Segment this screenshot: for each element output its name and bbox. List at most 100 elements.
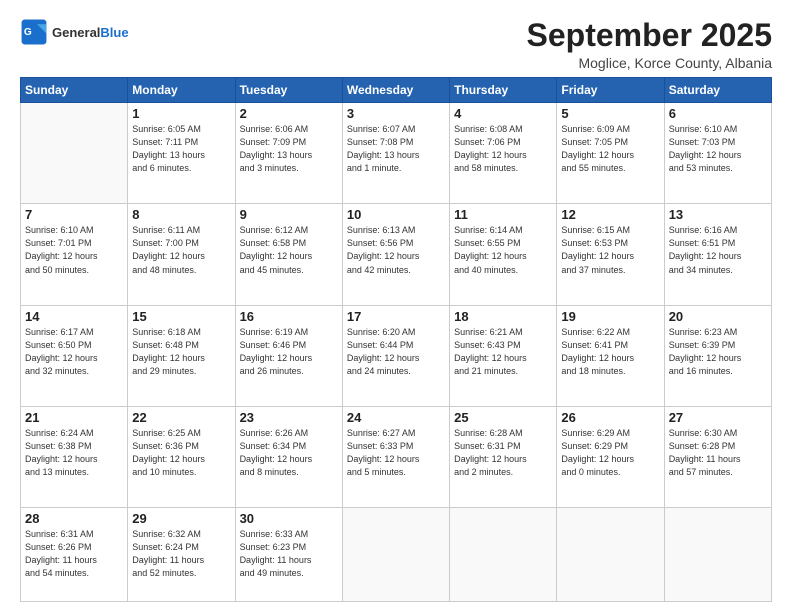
col-monday: Monday [128,78,235,103]
table-row: 28 Sunrise: 6:31 AM Sunset: 6:26 PM Dayli… [21,507,128,601]
day-number: 17 [347,309,445,324]
day-info: Sunrise: 6:21 AM Sunset: 6:43 PM Dayligh… [454,326,552,378]
month-title: September 2025 [527,18,772,53]
day-info: Sunrise: 6:26 AM Sunset: 6:34 PM Dayligh… [240,427,338,479]
table-row [664,507,771,601]
table-row [557,507,664,601]
logo: G GeneralBlue [20,18,129,46]
day-info: Sunrise: 6:32 AM Sunset: 6:24 PM Dayligh… [132,528,230,580]
table-row: 13 Sunrise: 6:16 AM Sunset: 6:51 PM Dayli… [664,204,771,305]
table-row: 22 Sunrise: 6:25 AM Sunset: 6:36 PM Dayli… [128,406,235,507]
day-info: Sunrise: 6:13 AM Sunset: 6:56 PM Dayligh… [347,224,445,276]
day-info: Sunrise: 6:18 AM Sunset: 6:48 PM Dayligh… [132,326,230,378]
table-row [342,507,449,601]
day-number: 18 [454,309,552,324]
day-info: Sunrise: 6:23 AM Sunset: 6:39 PM Dayligh… [669,326,767,378]
day-number: 13 [669,207,767,222]
table-row: 15Sunrise: 6:18 AM Sunset: 6:48 PM Dayli… [128,305,235,406]
calendar-table: Sunday Monday Tuesday Wednesday Thursday… [20,77,772,602]
day-number: 8 [132,207,230,222]
calendar-page: G GeneralBlue September 2025 Moglice, Ko… [0,0,792,612]
table-row: 20 Sunrise: 6:23 AM Sunset: 6:39 PM Dayli… [664,305,771,406]
day-info: Sunrise: 6:12 AM Sunset: 6:58 PM Dayligh… [240,224,338,276]
table-row: 10 Sunrise: 6:13 AM Sunset: 6:56 PM Dayli… [342,204,449,305]
day-number: 28 [25,511,123,526]
day-number: 10 [347,207,445,222]
day-info: Sunrise: 6:05 AM Sunset: 7:11 PM Dayligh… [132,123,230,175]
table-row [450,507,557,601]
table-row: 29 Sunrise: 6:32 AM Sunset: 6:24 PM Dayli… [128,507,235,601]
day-number: 29 [132,511,230,526]
table-row: 5 Sunrise: 6:09 AM Sunset: 7:05 PM Daylig… [557,103,664,204]
day-info: Sunrise: 6:30 AM Sunset: 6:28 PM Dayligh… [669,427,767,479]
table-row: 2Sunrise: 6:06 AM Sunset: 7:09 PM Daylig… [235,103,342,204]
table-row: 6 Sunrise: 6:10 AM Sunset: 7:03 PM Daylig… [664,103,771,204]
table-row: 11 Sunrise: 6:14 AM Sunset: 6:55 PM Dayli… [450,204,557,305]
day-number: 19 [561,309,659,324]
day-number: 11 [454,207,552,222]
day-number: 26 [561,410,659,425]
day-info: Sunrise: 6:10 AM Sunset: 7:01 PM Dayligh… [25,224,123,276]
table-row: 24Sunrise: 6:27 AM Sunset: 6:33 PM Dayli… [342,406,449,507]
col-friday: Friday [557,78,664,103]
col-wednesday: Wednesday [342,78,449,103]
table-row: 18 Sunrise: 6:21 AM Sunset: 6:43 PM Dayli… [450,305,557,406]
day-number: 27 [669,410,767,425]
day-number: 5 [561,106,659,121]
table-row: 26 Sunrise: 6:29 AM Sunset: 6:29 PM Dayli… [557,406,664,507]
col-saturday: Saturday [664,78,771,103]
day-info: Sunrise: 6:33 AM Sunset: 6:23 PM Dayligh… [240,528,338,580]
day-number: 30 [240,511,338,526]
col-tuesday: Tuesday [235,78,342,103]
day-number: 22 [132,410,230,425]
day-info: Sunrise: 6:09 AM Sunset: 7:05 PM Dayligh… [561,123,659,175]
table-row: 17Sunrise: 6:20 AM Sunset: 6:44 PM Dayli… [342,305,449,406]
table-row: 30 Sunrise: 6:33 AM Sunset: 6:23 PM Dayli… [235,507,342,601]
table-row: 19 Sunrise: 6:22 AM Sunset: 6:41 PM Dayli… [557,305,664,406]
day-number: 9 [240,207,338,222]
table-row: 14Sunrise: 6:17 AM Sunset: 6:50 PM Dayli… [21,305,128,406]
day-number: 16 [240,309,338,324]
day-info: Sunrise: 6:27 AM Sunset: 6:33 PM Dayligh… [347,427,445,479]
day-number: 25 [454,410,552,425]
day-info: Sunrise: 6:22 AM Sunset: 6:41 PM Dayligh… [561,326,659,378]
day-info: Sunrise: 6:06 AM Sunset: 7:09 PM Dayligh… [240,123,338,175]
table-row: 12 Sunrise: 6:15 AM Sunset: 6:53 PM Dayli… [557,204,664,305]
day-number: 23 [240,410,338,425]
day-number: 12 [561,207,659,222]
table-row: 25 Sunrise: 6:28 AM Sunset: 6:31 PM Dayli… [450,406,557,507]
day-info: Sunrise: 6:10 AM Sunset: 7:03 PM Dayligh… [669,123,767,175]
day-number: 20 [669,309,767,324]
day-info: Sunrise: 6:11 AM Sunset: 7:00 PM Dayligh… [132,224,230,276]
day-info: Sunrise: 6:16 AM Sunset: 6:51 PM Dayligh… [669,224,767,276]
day-info: Sunrise: 6:19 AM Sunset: 6:46 PM Dayligh… [240,326,338,378]
day-info: Sunrise: 6:31 AM Sunset: 6:26 PM Dayligh… [25,528,123,580]
table-row: 9 Sunrise: 6:12 AM Sunset: 6:58 PM Daylig… [235,204,342,305]
day-number: 1 [132,106,230,121]
header: G GeneralBlue September 2025 Moglice, Ko… [20,18,772,71]
calendar-header-row: Sunday Monday Tuesday Wednesday Thursday… [21,78,772,103]
col-sunday: Sunday [21,78,128,103]
table-row: 3Sunrise: 6:07 AM Sunset: 7:08 PM Daylig… [342,103,449,204]
day-info: Sunrise: 6:07 AM Sunset: 7:08 PM Dayligh… [347,123,445,175]
table-row [21,103,128,204]
day-number: 7 [25,207,123,222]
location-subtitle: Moglice, Korce County, Albania [527,55,772,71]
day-info: Sunrise: 6:24 AM Sunset: 6:38 PM Dayligh… [25,427,123,479]
title-block: September 2025 Moglice, Korce County, Al… [527,18,772,71]
table-row: 7 Sunrise: 6:10 AM Sunset: 7:01 PM Daylig… [21,204,128,305]
day-info: Sunrise: 6:14 AM Sunset: 6:55 PM Dayligh… [454,224,552,276]
day-info: Sunrise: 6:15 AM Sunset: 6:53 PM Dayligh… [561,224,659,276]
col-thursday: Thursday [450,78,557,103]
day-number: 6 [669,106,767,121]
day-number: 21 [25,410,123,425]
table-row: 21 Sunrise: 6:24 AM Sunset: 6:38 PM Dayli… [21,406,128,507]
day-info: Sunrise: 6:25 AM Sunset: 6:36 PM Dayligh… [132,427,230,479]
svg-text:G: G [24,27,32,38]
table-row: 8 Sunrise: 6:11 AM Sunset: 7:00 PM Daylig… [128,204,235,305]
day-info: Sunrise: 6:28 AM Sunset: 6:31 PM Dayligh… [454,427,552,479]
day-number: 4 [454,106,552,121]
table-row: 4Sunrise: 6:08 AM Sunset: 7:06 PM Daylig… [450,103,557,204]
logo-text: GeneralBlue [52,25,129,40]
day-info: Sunrise: 6:29 AM Sunset: 6:29 PM Dayligh… [561,427,659,479]
